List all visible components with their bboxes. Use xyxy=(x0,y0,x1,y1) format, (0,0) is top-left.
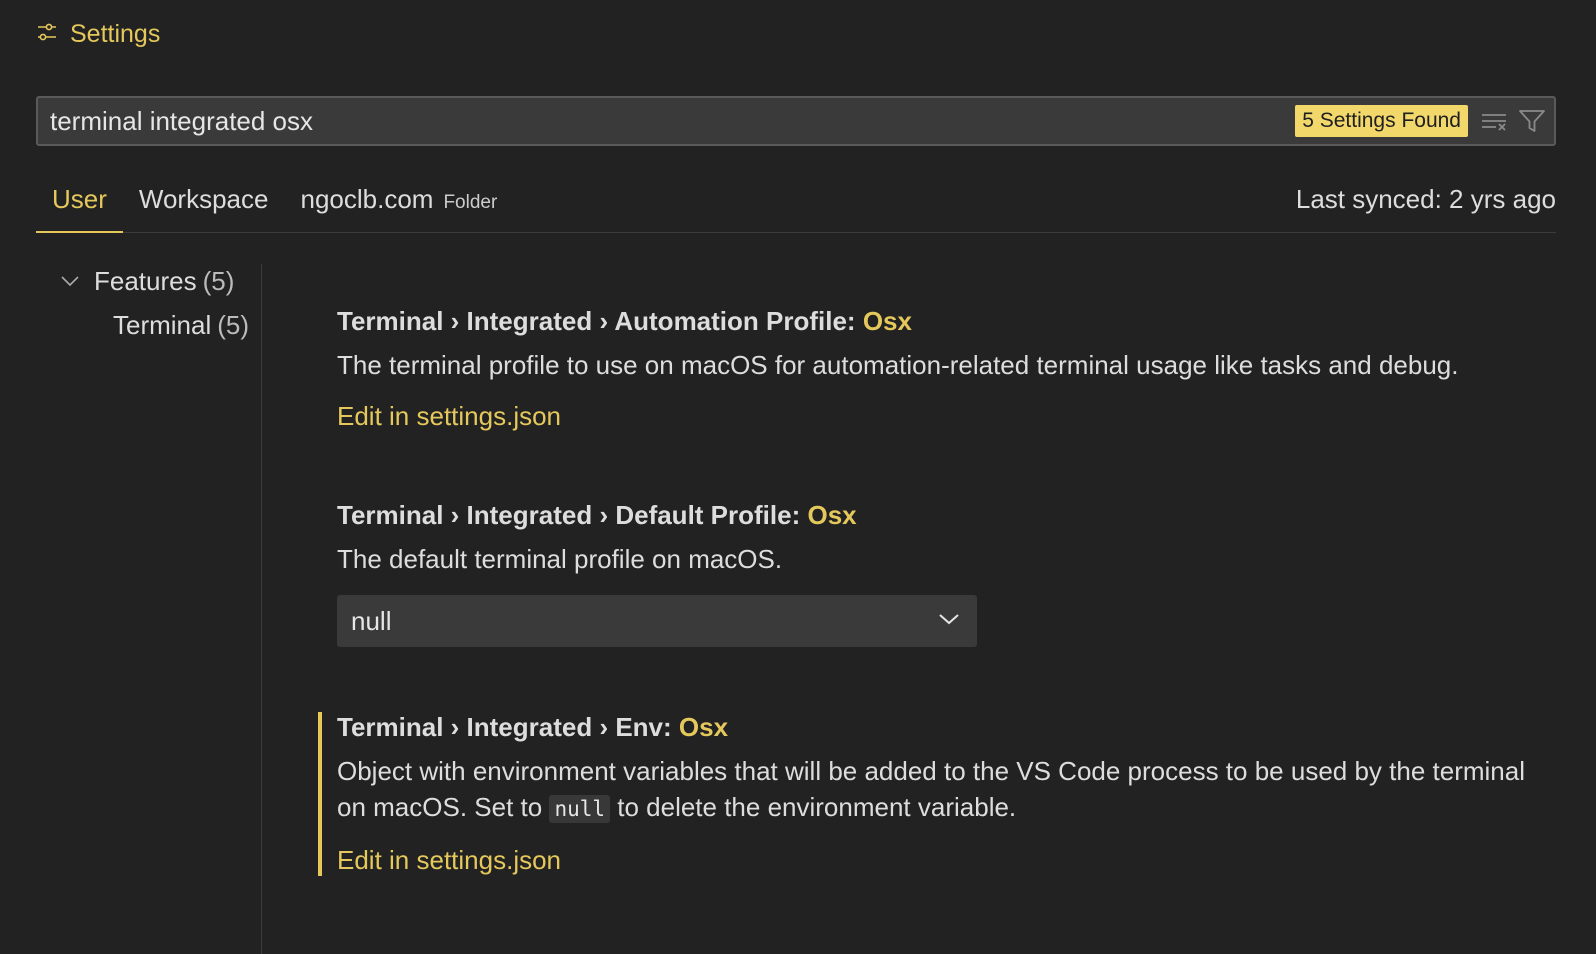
settings-found-badge: 5 Settings Found xyxy=(1295,105,1468,137)
select-value: null xyxy=(351,605,392,636)
edit-in-settings-json-link[interactable]: Edit in settings.json xyxy=(337,845,561,876)
clear-filter-icon[interactable] xyxy=(1478,105,1510,137)
settings-search-input[interactable] xyxy=(38,97,1296,145)
tab-folder-tag: Folder xyxy=(443,192,498,213)
toc-item-terminal-count: (5) xyxy=(217,309,250,340)
setting-label: Terminal › Integrated › Default Profile:… xyxy=(337,500,1538,531)
setting-label: Terminal › Integrated › Automation Profi… xyxy=(337,306,1538,337)
default-profile-select[interactable]: null xyxy=(337,595,977,647)
setting-env-osx: Terminal › Integrated › Env: Osx Object … xyxy=(318,712,1538,876)
setting-description: The terminal profile to use on macOS for… xyxy=(337,350,1459,380)
tab-folder-label: ngoclb.com xyxy=(300,184,434,214)
tab-user[interactable]: User xyxy=(36,176,123,233)
setting-label-key: Osx xyxy=(807,500,857,530)
setting-description-part2: to delete the environment variable. xyxy=(610,792,1017,822)
settings-sliders-icon xyxy=(36,21,58,48)
setting-label: Terminal › Integrated › Env: Osx xyxy=(337,712,1538,743)
setting-description: Object with environment variables that w… xyxy=(337,753,1538,827)
tab-user-label: User xyxy=(52,184,107,214)
settings-editor: Settings 5 Settings Found User Workspace xyxy=(0,0,1596,954)
tab-workspace-label: Workspace xyxy=(138,184,269,214)
toc-item-features[interactable]: Features (5) xyxy=(60,264,260,298)
setting-automation-profile-osx: Terminal › Integrated › Automation Profi… xyxy=(318,306,1538,432)
setting-label-prefix: Terminal › Integrated › Env: xyxy=(337,712,679,742)
toc-item-features-count: (5) xyxy=(202,265,235,296)
setting-description-code: null xyxy=(549,795,611,823)
toc-item-terminal[interactable]: Terminal (5) xyxy=(60,308,260,342)
editor-title: Settings xyxy=(70,19,161,48)
setting-description: The default terminal profile on macOS. xyxy=(337,544,783,574)
toc-item-features-label: Features xyxy=(94,265,197,296)
toc-item-terminal-label: Terminal xyxy=(113,309,212,340)
filter-icon[interactable] xyxy=(1516,105,1548,137)
toc-divider xyxy=(261,264,262,954)
edit-in-settings-json-link[interactable]: Edit in settings.json xyxy=(337,401,561,432)
last-synced-status[interactable]: Last synced: 2 yrs ago xyxy=(1296,184,1556,215)
editor-tab-title[interactable]: Settings xyxy=(36,18,160,50)
setting-label-key: Osx xyxy=(862,306,912,336)
setting-label-key: Osx xyxy=(678,712,729,742)
chevron-down-icon xyxy=(60,274,94,288)
setting-label-prefix: Terminal › Integrated › Default Profile: xyxy=(337,500,808,530)
settings-search-box: 5 Settings Found xyxy=(36,96,1556,146)
chevron-down-icon xyxy=(937,611,961,632)
settings-toc-tree: Features (5) Terminal (5) xyxy=(60,264,260,352)
tab-workspace[interactable]: Workspace xyxy=(123,176,285,222)
tab-folder[interactable]: ngoclb.com Folder xyxy=(284,176,513,222)
setting-label-prefix: Terminal › Integrated › Automation Profi… xyxy=(337,306,863,336)
setting-default-profile-osx: Terminal › Integrated › Default Profile:… xyxy=(318,500,1538,647)
